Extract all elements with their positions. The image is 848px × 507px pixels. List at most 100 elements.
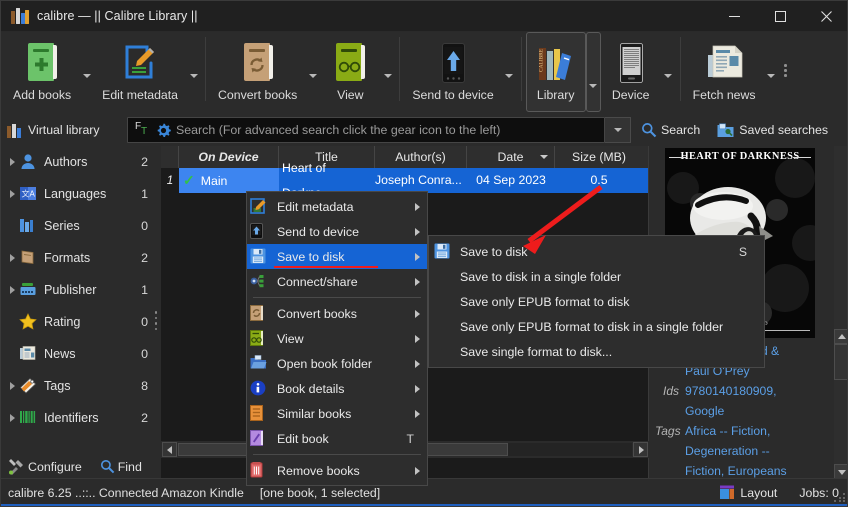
person-icon <box>19 153 39 171</box>
toolbar-button-add-books[interactable]: Add books <box>5 32 79 112</box>
column-header-date[interactable]: Date <box>467 146 555 168</box>
submenu-item-save-single-format[interactable]: Save single format to disk... <box>429 339 764 364</box>
saved-searches-button[interactable]: Saved searches <box>717 123 828 138</box>
search-button-label: Search <box>661 123 701 137</box>
more-options-icon[interactable] <box>779 32 793 77</box>
details-vertical-scrollbar[interactable] <box>834 146 847 480</box>
search-input[interactable]: F T Search (For advanced search click th… <box>127 117 605 143</box>
sidebar-resize-grip[interactable] <box>154 311 157 330</box>
scroll-left-button[interactable] <box>162 442 177 457</box>
search-history-dropdown[interactable] <box>605 117 631 143</box>
layout-button[interactable]: Layout <box>719 485 777 500</box>
toolbar-button-device[interactable]: Device <box>601 32 661 112</box>
metadata-row: Tags Africa -- Fiction, <box>655 422 837 441</box>
expand-arrow-icon[interactable] <box>5 190 19 198</box>
menu-item-similar-books[interactable]: Similar books <box>247 401 427 426</box>
sidebar-item-formats[interactable]: Formats 2 <box>1 242 159 274</box>
submenu-item-save-single-folder[interactable]: Save to disk in a single folder <box>429 264 764 289</box>
scroll-thumb[interactable] <box>834 344 847 380</box>
menu-item-edit-metadata[interactable]: Edit metadata <box>247 194 427 219</box>
menu-item-save-to-disk[interactable]: Save to disk <box>247 244 427 269</box>
close-icon[interactable] <box>803 1 847 32</box>
sidebar-item-authors[interactable]: Authors 2 <box>1 146 159 178</box>
find-button[interactable]: Find <box>100 459 142 474</box>
expand-arrow-icon[interactable] <box>5 414 19 422</box>
table-row[interactable]: 1 ✓ Main Heart of Darkne... Joseph Conra… <box>161 161 648 200</box>
menu-item-remove-books[interactable]: Remove books <box>247 458 427 483</box>
sidebar-item-languages[interactable]: 文 A Languages 1 <box>1 178 159 210</box>
minimize-icon[interactable] <box>711 1 757 32</box>
toolbar-button-library[interactable]: CALIBRE Library <box>525 32 586 112</box>
menu-item-send-to-device[interactable]: Send to device <box>247 219 427 244</box>
maximize-icon[interactable] <box>757 1 803 32</box>
toolbar-label: Edit metadata <box>102 88 179 102</box>
menu-separator <box>253 454 421 455</box>
menu-item-book-details[interactable]: Book details <box>247 376 427 401</box>
metadata-key: Tags <box>655 424 681 438</box>
sidebar-item-identifiers[interactable]: Identifiers 2 <box>1 402 159 434</box>
submenu-item-save-to-disk[interactable]: Save to disk S <box>429 239 764 264</box>
toolbar-button-send-to-device[interactable]: Send to device <box>404 32 501 112</box>
sidebar-item-tags[interactable]: Tags 8 <box>1 370 159 402</box>
toolbar-button-view[interactable]: View <box>320 32 380 112</box>
submenu-item-save-epub-single-folder[interactable]: Save only EPUB format to disk in a singl… <box>429 314 764 339</box>
menu-item-connect-share[interactable]: Connect/share <box>247 269 427 294</box>
column-header-size[interactable]: Size (MB) <box>555 146 643 168</box>
window-bottom-accent <box>1 504 847 506</box>
fulltext-search-icon[interactable]: F T <box>133 121 153 139</box>
expand-arrow-icon[interactable] <box>5 286 19 294</box>
convert-books-icon <box>250 305 272 322</box>
edit-metadata-dropdown[interactable] <box>186 32 201 92</box>
submenu-arrow-icon <box>415 202 420 211</box>
toolbar-button-fetch-news[interactable]: Fetch news <box>685 32 764 112</box>
menu-item-edit-book[interactable]: Edit book T <box>247 426 427 451</box>
device-upload-arrow-icon <box>431 39 475 87</box>
resize-grip[interactable] <box>834 493 846 502</box>
expand-arrow-icon[interactable] <box>5 382 19 390</box>
menu-item-open-book-folder[interactable]: Open book folder <box>247 351 427 376</box>
metadata-value[interactable]: Degeneration -- <box>685 442 837 461</box>
configure-button[interactable]: Configure <box>8 458 82 475</box>
gear-icon[interactable] <box>155 122 172 139</box>
menu-item-view[interactable]: View <box>247 326 427 351</box>
submenu-label: Save to disk in a single folder <box>460 269 622 284</box>
metadata-value[interactable]: Africa -- Fiction, <box>685 422 837 441</box>
expand-arrow-icon[interactable] <box>5 254 19 262</box>
toolbar-button-edit-metadata[interactable]: Edit metadata <box>94 32 186 112</box>
virtual-library-label: Virtual library <box>28 123 100 137</box>
sidebar-footer: Configure Find <box>1 453 159 480</box>
scroll-up-button[interactable] <box>834 329 847 344</box>
sidebar-item-news[interactable]: News 0 <box>1 338 159 370</box>
main-toolbar: Add books Edit metadata Convert books Vi… <box>1 32 847 114</box>
metadata-value[interactable]: Google <box>685 402 837 421</box>
save-to-disk-icon <box>250 248 272 265</box>
menu-item-convert-books[interactable]: Convert books <box>247 301 427 326</box>
save-to-disk-icon <box>434 243 457 260</box>
sidebar-item-rating[interactable]: Rating 0 <box>1 306 159 338</box>
svg-text:A: A <box>30 190 36 199</box>
fetch-news-dropdown[interactable] <box>764 32 779 92</box>
sidebar-count: 8 <box>141 379 148 393</box>
toolbar-label: Send to device <box>412 88 494 102</box>
virtual-library-button[interactable]: Virtual library <box>1 123 125 138</box>
library-dropdown[interactable] <box>585 32 601 112</box>
device-dropdown[interactable] <box>661 32 676 92</box>
send-to-device-dropdown[interactable] <box>502 32 517 92</box>
column-header-on-device[interactable]: On Device <box>179 146 279 168</box>
search-button[interactable]: Search <box>641 122 700 138</box>
sidebar-item-series[interactable]: Series 0 <box>1 210 159 242</box>
tan-book-refresh-icon <box>236 39 280 87</box>
convert-books-dropdown[interactable] <box>305 32 320 92</box>
toolbar-button-convert-books[interactable]: Convert books <box>210 32 305 112</box>
scroll-right-button[interactable] <box>633 442 648 457</box>
sidebar-count: 1 <box>141 187 148 201</box>
view-dropdown[interactable] <box>380 32 395 92</box>
scroll-down-button[interactable] <box>834 464 847 479</box>
sidebar-item-publisher[interactable]: Publisher 1 <box>1 274 159 306</box>
add-books-dropdown[interactable] <box>79 32 94 92</box>
column-header-authors[interactable]: Author(s) <box>375 146 467 168</box>
metadata-value[interactable]: 9780140180909, <box>685 382 837 401</box>
expand-arrow-icon[interactable] <box>5 158 19 166</box>
submenu-item-save-epub[interactable]: Save only EPUB format to disk <box>429 289 764 314</box>
submenu-arrow-icon <box>415 277 420 286</box>
